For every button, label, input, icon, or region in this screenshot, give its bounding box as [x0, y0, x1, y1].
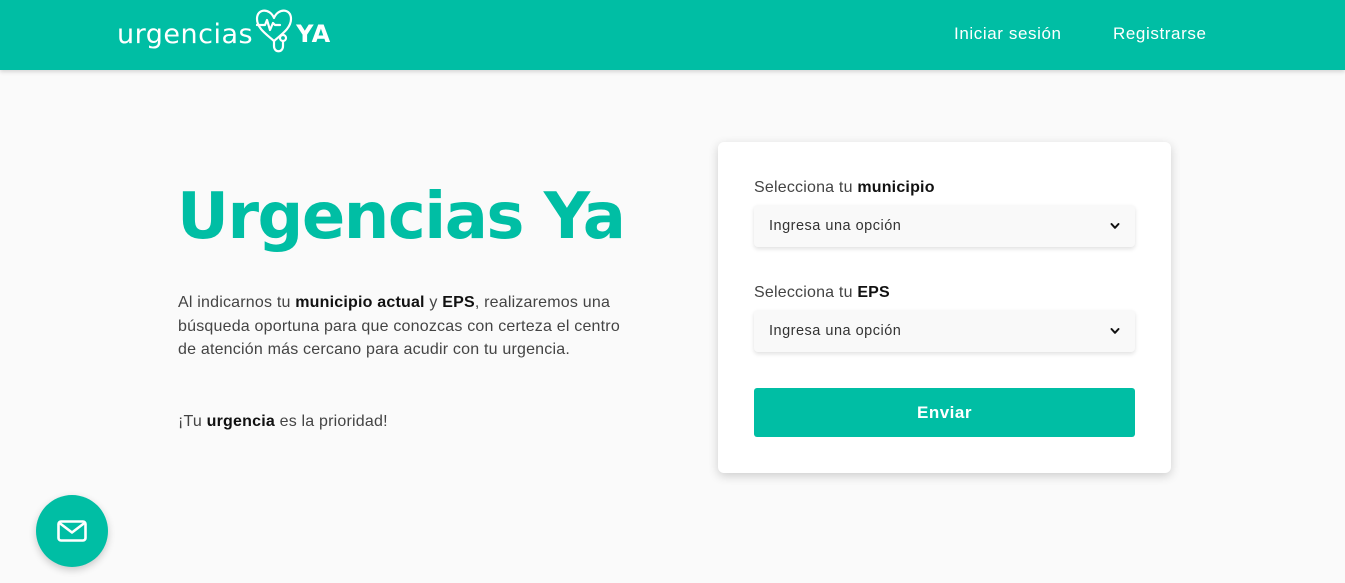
- login-link[interactable]: Iniciar sesión: [954, 24, 1062, 44]
- heart-stethoscope-icon: [254, 6, 294, 63]
- logo[interactable]: urgencias YA: [117, 6, 331, 62]
- hero-text-bold: municipio actual: [295, 294, 425, 311]
- contact-button[interactable]: [36, 495, 108, 567]
- hero-text-part: y: [424, 294, 443, 311]
- eps-select-value: Ingresa una opción: [769, 323, 902, 339]
- register-link[interactable]: Registrarse: [1113, 24, 1207, 44]
- tagline-part: es la prioridad!: [274, 413, 388, 430]
- eps-label: Selecciona tu EPS: [754, 284, 890, 302]
- page-title: Urgencias Ya: [177, 180, 626, 254]
- label-bold: EPS: [857, 284, 890, 301]
- hero-text-bold: EPS: [442, 294, 475, 311]
- tagline-part: ¡Tu: [178, 413, 207, 430]
- logo-word: urgencias: [117, 18, 254, 50]
- tagline-bold: urgencia: [206, 413, 275, 430]
- envelope-icon: [57, 520, 87, 542]
- chevron-down-icon: [1110, 328, 1120, 334]
- municipio-select[interactable]: Ingresa una opción: [754, 205, 1135, 247]
- hero-tagline: ¡Tu urgencia es la prioridad!: [178, 413, 388, 431]
- label-prefix: Selecciona tu: [754, 284, 858, 301]
- logo-suffix: YA: [296, 20, 331, 48]
- navbar: urgencias YA Iniciar sesión Registrarse: [0, 0, 1345, 70]
- municipio-select-value: Ingresa una opción: [769, 218, 902, 234]
- hero-text-part: Al indicarnos tu: [178, 294, 296, 311]
- municipio-label: Selecciona tu municipio: [754, 179, 935, 197]
- label-bold: municipio: [857, 179, 935, 196]
- chevron-down-icon: [1110, 223, 1120, 229]
- label-prefix: Selecciona tu: [754, 179, 858, 196]
- eps-select[interactable]: Ingresa una opción: [754, 310, 1135, 352]
- hero-description: Al indicarnos tu municipio actual y EPS,…: [178, 291, 628, 362]
- search-form-card: Selecciona tu municipio Ingresa una opci…: [718, 142, 1171, 473]
- submit-button[interactable]: Enviar: [754, 388, 1135, 437]
